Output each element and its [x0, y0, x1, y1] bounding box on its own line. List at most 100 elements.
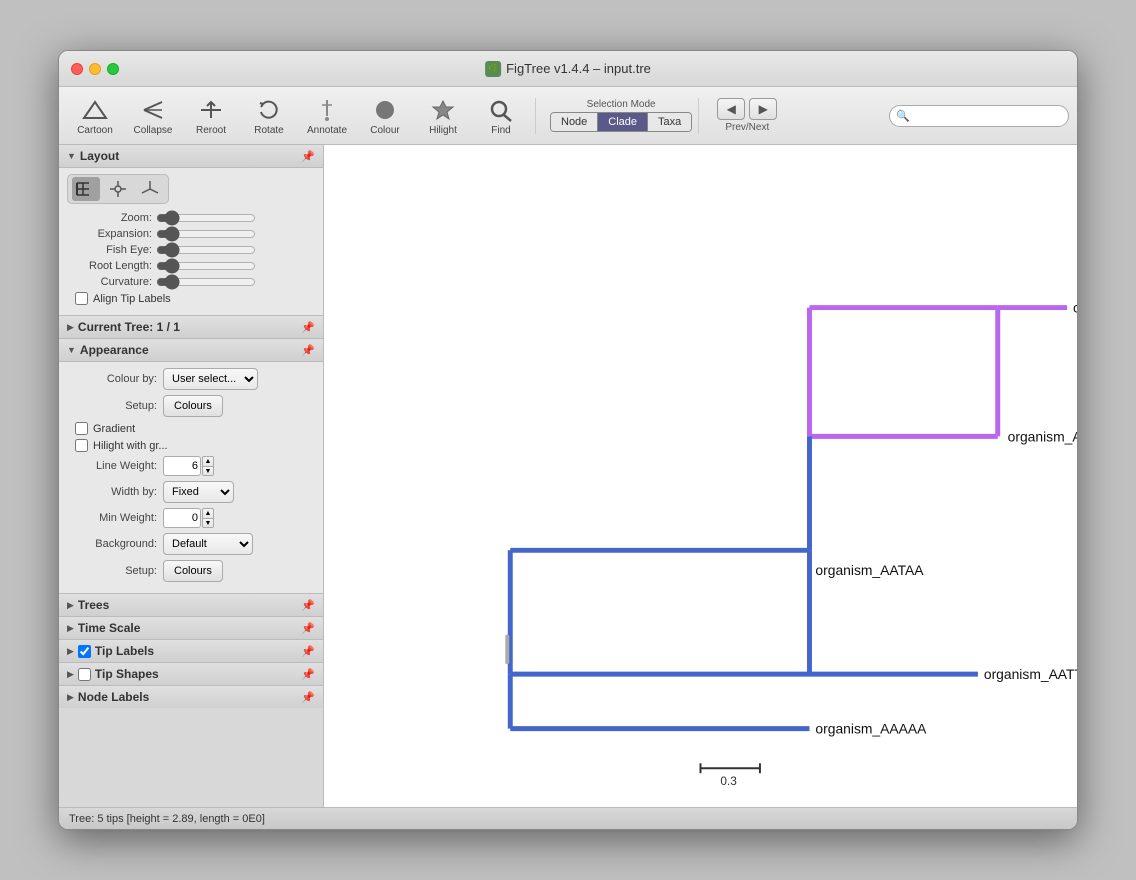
tip-labels-arrow: ▶ — [67, 646, 74, 657]
appearance-pin[interactable]: 📌 — [301, 344, 315, 357]
colour-button[interactable]: Colour — [357, 91, 413, 141]
width-by-select[interactable]: Fixed Attribute — [163, 481, 234, 503]
line-weight-up[interactable]: ▲ — [202, 456, 214, 466]
appearance-arrow: ▼ — [67, 345, 76, 355]
time-scale-pin[interactable]: 📌 — [301, 622, 315, 635]
expansion-slider[interactable] — [156, 228, 256, 240]
fisheye-row: Fish Eye: — [67, 244, 315, 256]
next-button[interactable]: ▶ — [749, 98, 777, 120]
node-labels-arrow: ▶ — [67, 692, 74, 703]
hilight-gradient-checkbox[interactable] — [75, 439, 88, 452]
close-button[interactable] — [71, 63, 83, 75]
line-weight-input[interactable] — [163, 456, 201, 476]
setup-colours-row: Setup: Colours — [67, 395, 315, 417]
curvature-row: Curvature: — [67, 276, 315, 288]
titlebar: 🌿 FigTree v1.4.4 – input.tre — [59, 51, 1077, 87]
gradient-checkbox[interactable] — [75, 422, 88, 435]
taxa-mode-button[interactable]: Taxa — [648, 113, 691, 131]
colour-icon — [371, 96, 399, 124]
tip-shapes-pin[interactable]: 📌 — [301, 668, 315, 681]
clade-mode-button[interactable]: Clade — [598, 113, 648, 131]
tip-labels-pin[interactable]: 📌 — [301, 645, 315, 658]
min-weight-spinners: ▲ ▼ — [202, 508, 214, 528]
annotate-button[interactable]: Annotate — [299, 91, 355, 141]
bg-setup-row: Setup: Colours — [67, 560, 315, 582]
selection-mode-buttons: Node Clade Taxa — [550, 112, 692, 132]
polar-layout-btn[interactable] — [136, 177, 164, 201]
trees-panel-header[interactable]: ▶ Trees 📌 — [59, 594, 323, 617]
minimize-button[interactable] — [89, 63, 101, 75]
tree-view: organism_AACGA organism_AACAA organism_A… — [324, 145, 1077, 807]
hilight-with-row: Hilight with gr... — [75, 439, 315, 452]
min-weight-input[interactable] — [163, 508, 201, 528]
traffic-lights — [71, 63, 119, 75]
min-weight-down[interactable]: ▼ — [202, 518, 214, 528]
find-button[interactable]: Find — [473, 91, 529, 141]
collapse-button[interactable]: Collapse — [125, 91, 181, 141]
prev-button[interactable]: ◀ — [717, 98, 745, 120]
statusbar: Tree: 5 tips [height = 2.89, length = 0E… — [59, 807, 1077, 829]
rotate-button[interactable]: Rotate — [241, 91, 297, 141]
colour-by-row: Colour by: User select... None Attribute — [67, 368, 315, 390]
layout-panel-header[interactable]: ▼ Layout 📌 — [59, 145, 323, 168]
line-weight-down[interactable]: ▼ — [202, 466, 214, 476]
radial-layout-btn[interactable] — [104, 177, 132, 201]
tip-labels-checkbox[interactable] — [78, 645, 91, 658]
prevnext-group: ◀ ▶ Prev/Next — [717, 98, 777, 133]
hilight-button[interactable]: Hilight — [415, 91, 471, 141]
current-tree-pin[interactable]: 📌 — [301, 321, 315, 334]
root-length-row: Root Length: — [67, 260, 315, 272]
colours-button[interactable]: Colours — [163, 395, 223, 417]
time-scale-arrow: ▶ — [67, 623, 74, 634]
app-icon: 🌿 — [485, 61, 501, 77]
layout-icons-group — [67, 174, 169, 204]
current-tree-panel-header[interactable]: ▶ Current Tree: 1 / 1 📌 — [59, 316, 323, 339]
line-weight-input-wrap: ▲ ▼ — [163, 456, 214, 476]
tip-labels-panel-header[interactable]: ▶ Tip Labels 📌 — [59, 640, 323, 663]
status-text: Tree: 5 tips [height = 2.89, length = 0E… — [69, 813, 265, 825]
trees-pin[interactable]: 📌 — [301, 599, 315, 612]
bg-colours-button[interactable]: Colours — [163, 560, 223, 582]
current-tree-arrow: ▶ — [67, 322, 74, 333]
width-by-row: Width by: Fixed Attribute — [67, 481, 315, 503]
toolbar: Cartoon Collapse Reroot Rotate Annotate — [59, 87, 1077, 145]
colour-by-select[interactable]: User select... None Attribute — [163, 368, 258, 390]
tip-shapes-panel-header[interactable]: ▶ Tip Shapes 📌 — [59, 663, 323, 686]
organism-aacga-label: organism_AACGA — [1073, 300, 1077, 316]
search-input[interactable] — [889, 105, 1069, 127]
align-tip-labels-label: Align Tip Labels — [93, 293, 171, 305]
zoom-slider[interactable] — [156, 212, 256, 224]
organism-aatta-label: organism_AATTA — [984, 666, 1077, 682]
cartoon-icon — [81, 96, 109, 124]
align-tip-labels-checkbox[interactable] — [75, 292, 88, 305]
rectangular-layout-btn[interactable] — [72, 177, 100, 201]
search-icon: 🔍 — [896, 109, 910, 122]
scale-label: 0.3 — [720, 774, 737, 788]
node-labels-pin[interactable]: 📌 — [301, 691, 315, 704]
layout-arrow: ▼ — [67, 151, 76, 161]
reroot-button[interactable]: Reroot — [183, 91, 239, 141]
time-scale-panel-header[interactable]: ▶ Time Scale 📌 — [59, 617, 323, 640]
node-mode-button[interactable]: Node — [551, 113, 598, 131]
curvature-slider[interactable] — [156, 276, 256, 288]
layout-pin[interactable]: 📌 — [301, 150, 315, 163]
line-weight-row: Line Weight: ▲ ▼ — [67, 456, 315, 476]
background-row: Background: Default White Black — [67, 533, 315, 555]
main-window: 🌿 FigTree v1.4.4 – input.tre Cartoon Col… — [58, 50, 1078, 830]
min-weight-up[interactable]: ▲ — [202, 508, 214, 518]
cartoon-button[interactable]: Cartoon — [67, 91, 123, 141]
maximize-button[interactable] — [107, 63, 119, 75]
appearance-panel-header[interactable]: ▼ Appearance 📌 — [59, 339, 323, 362]
sidebar: ▼ Layout 📌 Zoom: — [59, 145, 324, 807]
tip-shapes-checkbox[interactable] — [78, 668, 91, 681]
gradient-label: Gradient — [93, 423, 135, 435]
root-length-slider[interactable] — [156, 260, 256, 272]
organism-aataa-label: organism_AATAA — [815, 562, 924, 578]
node-labels-panel-header[interactable]: ▶ Node Labels 📌 — [59, 686, 323, 708]
organism-aacaa-label: organism_AACAA — [1008, 428, 1077, 444]
background-select[interactable]: Default White Black — [163, 533, 253, 555]
window-title: 🌿 FigTree v1.4.4 – input.tre — [485, 61, 651, 77]
fisheye-slider[interactable] — [156, 244, 256, 256]
zoom-row: Zoom: — [67, 212, 315, 224]
resize-handle — [505, 635, 509, 665]
